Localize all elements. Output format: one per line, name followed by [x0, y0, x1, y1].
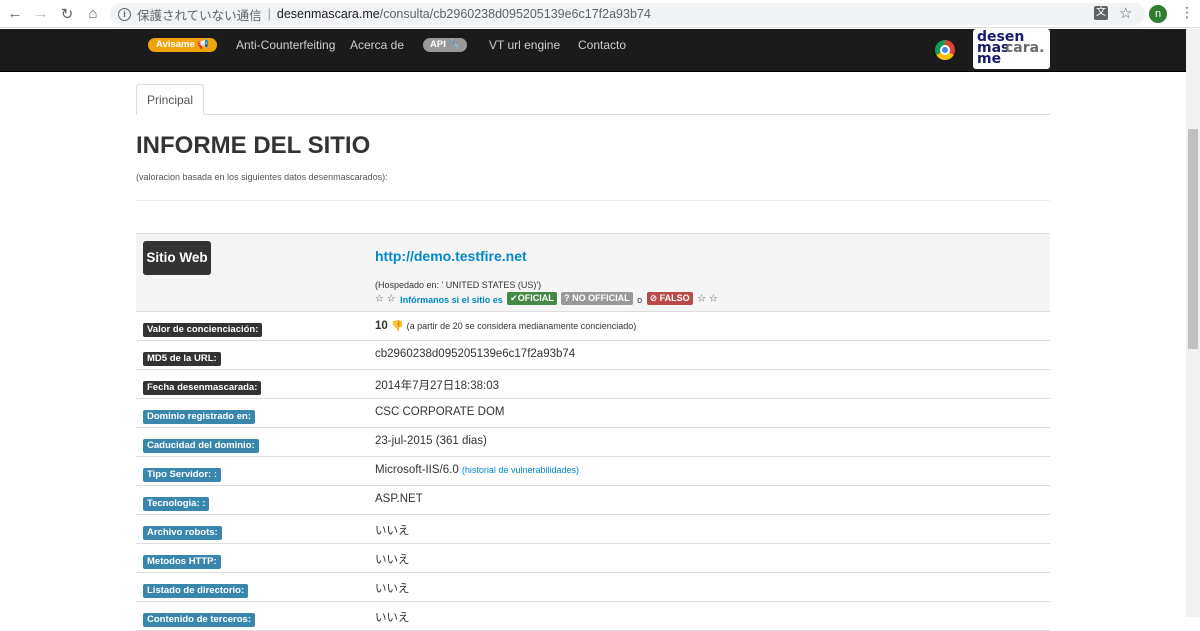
row-label: Metodos HTTP: [143, 555, 221, 569]
row-label: Tecnologia: : [143, 497, 210, 511]
bookmark-star-icon[interactable]: ☆ [1119, 4, 1132, 22]
page-subtitle: (valoracion basada en los siguientes dat… [136, 172, 388, 182]
avisame-button[interactable]: Avisame 📢 [148, 38, 218, 52]
table-row: Caducidad del dominio: 23-jul-2015 (361 … [136, 428, 1050, 457]
table-row: Dominio registrado en: CSC CORPORATE DOM [136, 399, 1050, 428]
browser-toolbar: ← → ↻ ⌂ i 保護されていない通信 | desenmascara.me/c… [0, 0, 1200, 28]
row-value: Microsoft-IIS/6.0 [375, 464, 459, 476]
table-row: Metodos HTTP: いいえ [136, 544, 1050, 573]
table-row: Listado de directorio: いいえ [136, 573, 1050, 602]
table-row: Archivo robots: いいえ [136, 515, 1050, 544]
chrome-extension-icon[interactable] [935, 40, 955, 60]
table-row: Valor de concienciación: 10 👎 (a partir … [136, 312, 1050, 341]
row-value: いいえ [375, 525, 410, 537]
hosted-info: (Hospedado en: ' UNITED STATES (US)') [375, 280, 542, 290]
profile-avatar[interactable]: n [1149, 5, 1167, 23]
row-value: CSC CORPORATE DOM [375, 406, 505, 418]
table-row: MD5 de la URL: cb2960238d095205139e6c17f… [136, 341, 1050, 370]
table-row: Tecnologia: : ASP.NET [136, 486, 1050, 515]
falso-label: FALSO [659, 293, 690, 304]
falso-button[interactable]: ⊘ FALSO [646, 292, 693, 306]
rating-stars-icon: ☆ ☆ [375, 293, 396, 305]
logo-line-4: me [977, 51, 1002, 67]
nav-contacto[interactable]: Contacto [578, 38, 626, 52]
scrollbar-thumb[interactable] [1188, 129, 1198, 349]
sitio-web-label: Sitio Web [143, 241, 211, 275]
page-scrollbar[interactable] [1186, 29, 1200, 617]
tab-principal[interactable]: Principal [136, 84, 205, 115]
row-label: Valor de concienciación: [143, 323, 263, 337]
row-value: 23-jul-2015 (361 dias) [375, 435, 487, 447]
row-value: 2014年7月27日18:38:03 [375, 380, 500, 392]
back-icon[interactable]: ← [4, 3, 26, 25]
site-row: Sitio Web http://demo.testfire.net (Hosp… [136, 234, 1050, 312]
nav-anti-counterfeiting[interactable]: Anti-Counterfeiting [236, 38, 335, 52]
table-row: Fecha desenmascarada: 2014年7月27日18:38:03 [136, 370, 1050, 399]
thumbs-down-icon: 👎 [391, 321, 404, 332]
logo-line-3: cara. [1005, 40, 1045, 56]
rating-stars-end-icon: ☆ ☆ [697, 293, 718, 305]
row-label: Fecha desenmascarada: [143, 381, 262, 395]
url-path: /consulta/cb2960238d095205139e6c17f2a93b… [379, 7, 651, 21]
row-label: MD5 de la URL: [143, 352, 221, 366]
page-title: INFORME DEL SITIO [136, 132, 371, 159]
row-value: cb2960238d095205139e6c17f2a93b74 [375, 348, 576, 360]
inform-us-link[interactable]: Infórmanos si el sitio es [400, 295, 503, 305]
row-value: いいえ [375, 554, 410, 566]
vulnerability-history-link[interactable]: (historial de vulnerabilidades) [462, 465, 579, 475]
or-text: o [637, 295, 643, 305]
question-icon: ? [564, 293, 570, 304]
home-icon[interactable]: ⌂ [82, 3, 104, 25]
avisame-label: Avisame [156, 39, 195, 50]
forward-icon[interactable]: → [30, 3, 52, 25]
site-logo[interactable]: desen mas cara. me [973, 29, 1050, 69]
kebab-menu-icon[interactable]: ⋮ [1180, 4, 1194, 21]
reload-icon[interactable]: ↻ [56, 3, 78, 25]
wrench-icon: 🔧 [448, 39, 461, 50]
row-value: いいえ [375, 612, 410, 624]
row-value: いいえ [375, 583, 410, 595]
api-label: API [430, 39, 446, 50]
oficial-button[interactable]: ✔OFICIAL [507, 292, 557, 306]
oficial-label: OFICIAL [517, 293, 554, 304]
divider [136, 200, 1050, 201]
row-label: Listado de directorio: [143, 584, 249, 598]
awareness-value: 10 [375, 320, 388, 332]
row-label: Archivo robots: [143, 526, 222, 540]
security-status: 保護されていない通信 [137, 8, 262, 23]
row-label: Caducidad del dominio: [143, 439, 259, 453]
nav-acerca-de[interactable]: Acerca de [350, 38, 404, 52]
no-official-button[interactable]: ? NO OFFICIAL [561, 292, 633, 306]
content-tabs: Principal [136, 84, 1050, 115]
info-icon[interactable]: i [118, 7, 131, 21]
translate-icon[interactable]: 文 [1094, 6, 1108, 20]
api-button[interactable]: API 🔧 [423, 38, 468, 52]
address-bar[interactable]: i 保護されていない通信 | desenmascara.me/consulta/… [110, 3, 1145, 25]
no-official-label: NO OFFICIAL [572, 293, 630, 304]
ban-icon: ⊘ [649, 293, 658, 304]
check-icon: ✔ [510, 293, 518, 304]
table-row: Tipo Servidor: : Microsoft-IIS/6.0 (hist… [136, 457, 1050, 486]
omnibox-separator: | [267, 7, 271, 21]
row-value: ASP.NET [375, 493, 423, 505]
row-label: Tipo Servidor: : [143, 468, 222, 482]
megaphone-icon: 📢 [197, 39, 210, 50]
url-domain: desenmascara.me [276, 7, 380, 21]
row-label: Contenido de terceros: [143, 613, 255, 627]
awareness-note: (a partir de 20 se considera medianament… [406, 321, 637, 331]
site-url-link[interactable]: http://demo.testfire.net [375, 248, 527, 264]
row-label: Dominio registrado en: [143, 410, 255, 424]
report-table: Sitio Web http://demo.testfire.net (Hosp… [136, 233, 1050, 631]
nav-vt-url-engine[interactable]: VT url engine [489, 38, 560, 52]
